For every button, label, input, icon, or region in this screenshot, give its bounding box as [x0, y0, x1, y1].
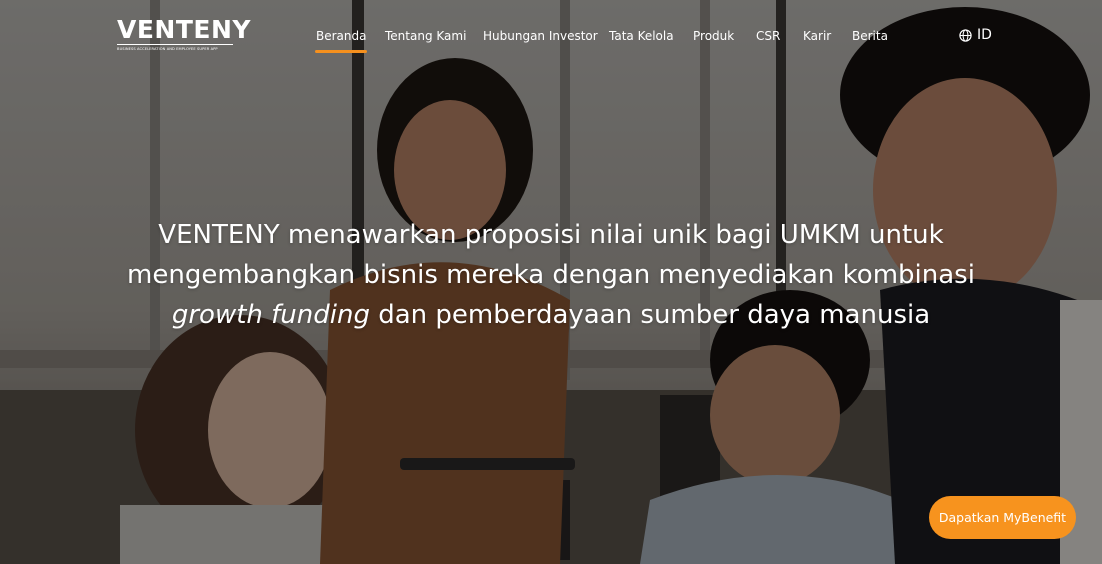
globe-icon — [959, 28, 972, 42]
nav-item-hubungan-investor[interactable]: Hubungan Investor — [483, 29, 598, 43]
hero-headline: VENTENY menawarkan proposisi nilai unik … — [120, 215, 982, 335]
nav-item-produk[interactable]: Produk — [693, 29, 734, 43]
hero-headline-part-2: dan pemberdayaan sumber daya manusia — [369, 300, 931, 330]
nav-item-tentang-kami[interactable]: Tentang Kami — [385, 29, 466, 43]
language-label: ID — [977, 27, 992, 43]
nav-item-karir[interactable]: Karir — [803, 29, 831, 43]
get-mybenefit-button[interactable]: Dapatkan MyBenefit — [929, 496, 1076, 539]
hero-headline-emphasis: growth funding — [171, 300, 370, 330]
logo-wordmark: VENTENY — [117, 15, 252, 44]
hero-section: VENTENY BUSINESS ACCELERATION AND EMPLOY… — [0, 0, 1102, 564]
nav-item-tata-kelola[interactable]: Tata Kelola — [609, 29, 674, 43]
logo-tagline: BUSINESS ACCELERATION AND EMPLOYEE SUPER… — [117, 44, 233, 51]
hero-headline-part-1: VENTENY menawarkan proposisi nilai unik … — [127, 220, 975, 290]
language-switcher[interactable]: ID — [959, 27, 992, 43]
nav-item-berita[interactable]: Berita — [852, 29, 888, 43]
nav-item-csr[interactable]: CSR — [756, 29, 780, 43]
nav-item-beranda[interactable]: Beranda — [314, 29, 368, 53]
venteny-logo[interactable]: VENTENY BUSINESS ACCELERATION AND EMPLOY… — [117, 15, 252, 51]
top-navbar: VENTENY BUSINESS ACCELERATION AND EMPLOY… — [0, 0, 1102, 72]
